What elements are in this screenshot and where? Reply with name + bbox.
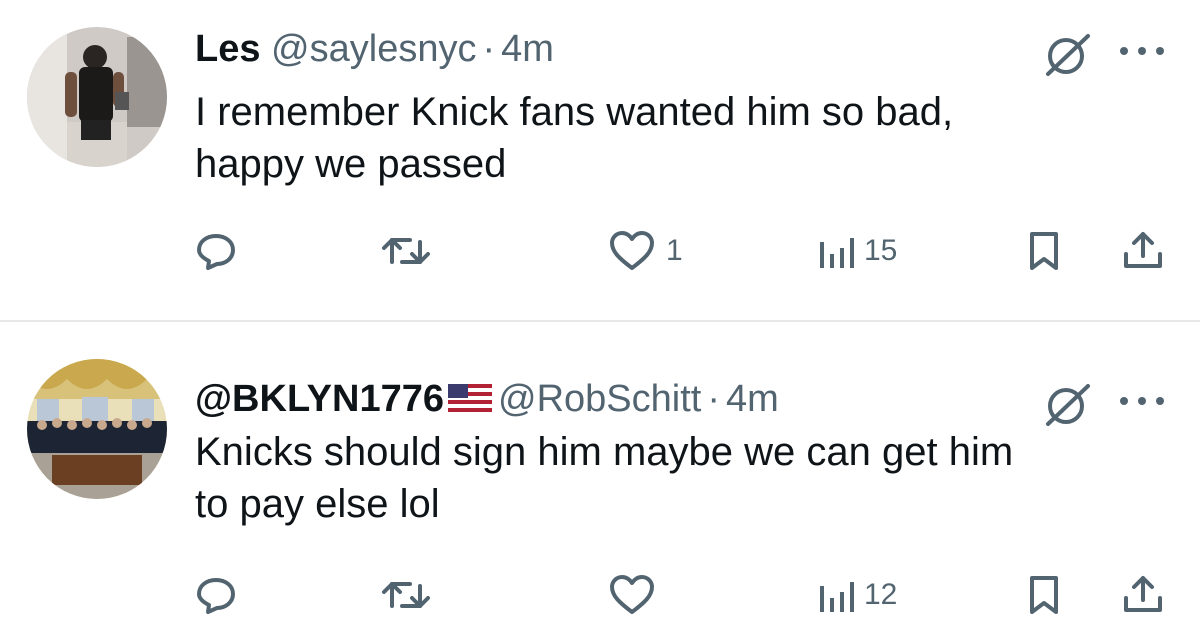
retweet-icon (382, 582, 430, 608)
like-button[interactable]: 1 (606, 228, 683, 274)
share-button[interactable] (1120, 572, 1166, 618)
retweet-icon (382, 238, 430, 264)
bookmark-icon (1030, 576, 1058, 614)
avatar[interactable] (27, 27, 167, 167)
bookmark-icon (1030, 232, 1058, 270)
tweet-text-line: happy we passed (195, 142, 507, 186)
retweet-button[interactable] (380, 572, 432, 618)
grok-icon[interactable] (1042, 30, 1094, 87)
view-count: 12 (864, 578, 898, 611)
separator-dot: · (482, 28, 496, 70)
timestamp[interactable]: 4m (501, 28, 554, 70)
more-dots-icon[interactable] (1118, 44, 1166, 62)
reply-icon (197, 578, 235, 614)
bookmark-button[interactable] (1024, 228, 1064, 274)
heart-icon (610, 231, 654, 270)
views-bar-icon (820, 582, 854, 612)
avatar-photo (27, 27, 167, 167)
reply-button[interactable] (193, 572, 239, 618)
avatar[interactable] (27, 359, 167, 499)
display-name[interactable]: Les (195, 28, 260, 70)
action-bar: 12 (0, 572, 1200, 632)
handle[interactable]: @saylesnyc (271, 28, 476, 70)
tweet-header: @BKLYN1776 @RobSchitt · 4m (195, 372, 779, 426)
tweet-text: Knicks should sign him maybe we can get … (195, 426, 1175, 530)
retweet-button[interactable] (380, 228, 432, 274)
views-bar-icon (820, 238, 854, 268)
views-button[interactable]: 12 (816, 572, 897, 618)
like-count: 1 (666, 234, 683, 267)
action-bar: 1 15 (0, 228, 1200, 288)
us-flag-icon (448, 383, 492, 412)
tweet[interactable]: @BKLYN1776 @RobSchitt · 4m Knicks should s… (0, 322, 1200, 634)
view-count: 15 (864, 234, 898, 267)
more-dots-icon[interactable] (1118, 394, 1166, 412)
tweet-header: Les @saylesnyc · 4m (195, 22, 554, 76)
reply-icon (197, 234, 235, 270)
heart-icon (610, 575, 654, 614)
avatar-photo (27, 359, 167, 499)
bookmark-button[interactable] (1024, 572, 1064, 618)
share-icon (1124, 576, 1162, 612)
separator-dot: · (707, 378, 720, 420)
tweet[interactable]: Les @saylesnyc · 4m I remember Knick fans … (0, 0, 1200, 320)
tweet-text-line: to pay else lol (195, 482, 440, 526)
display-name[interactable]: @BKLYN1776 (195, 378, 444, 420)
views-button[interactable]: 15 (816, 228, 897, 274)
tweet-text: I remember Knick fans wanted him so bad,… (195, 86, 1175, 190)
tweet-text-line: I remember Knick fans wanted him so bad, (195, 90, 954, 134)
share-icon (1124, 232, 1162, 268)
share-button[interactable] (1120, 228, 1166, 274)
timestamp[interactable]: 4m (726, 378, 779, 420)
reply-button[interactable] (193, 228, 239, 274)
tweet-text-line: Knicks should sign him maybe we can get … (195, 430, 1014, 474)
like-button[interactable] (606, 572, 666, 618)
handle[interactable]: @RobSchitt (498, 378, 701, 420)
